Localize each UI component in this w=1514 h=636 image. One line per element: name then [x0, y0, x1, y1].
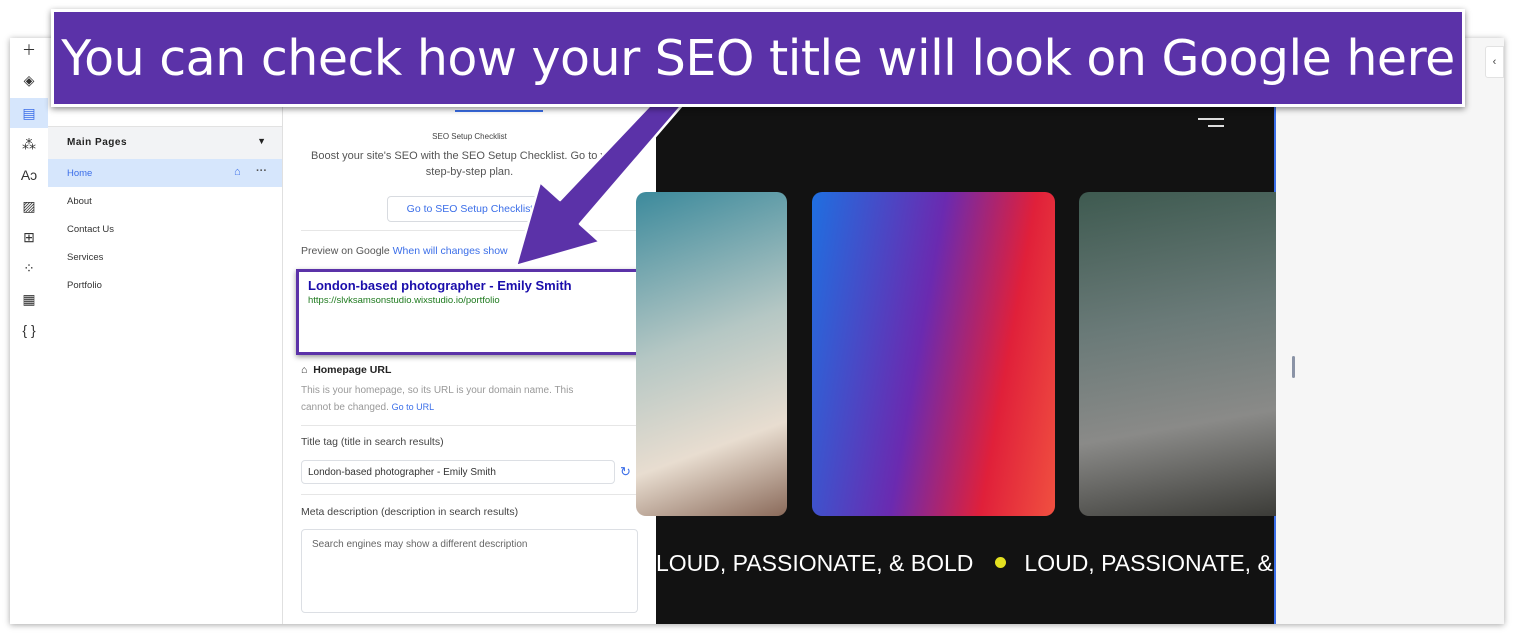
arrow-shape: [514, 80, 692, 268]
annotation-banner: You can check how your SEO title will lo…: [51, 9, 1465, 107]
